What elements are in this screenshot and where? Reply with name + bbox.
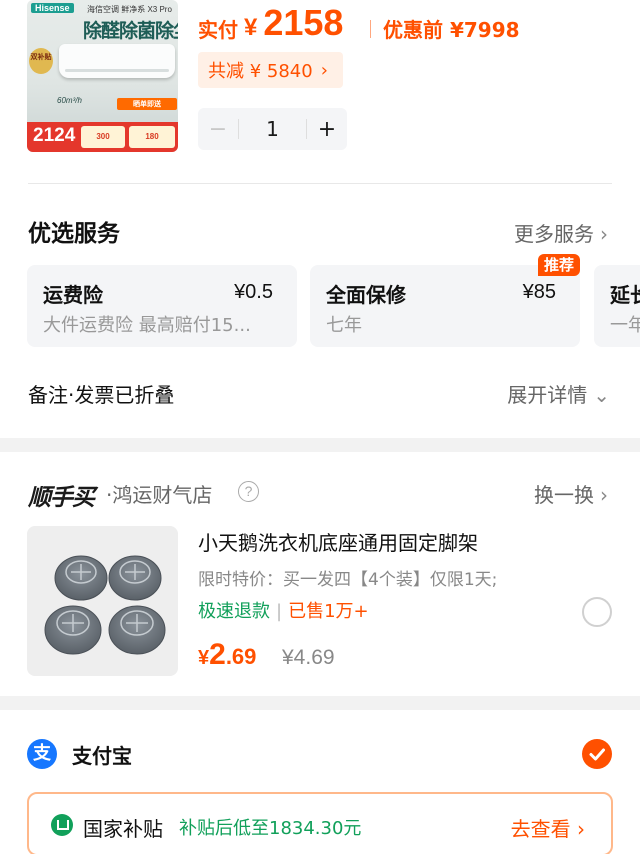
image-price: 2124 (33, 125, 76, 146)
addon-logo: 顺手买 (28, 485, 95, 511)
divider (28, 183, 612, 184)
discount-total-button[interactable]: 共减 ¥ 5840 › (198, 52, 343, 88)
brand-logo: Hisense (31, 3, 74, 13)
increment-button[interactable]: + (307, 117, 347, 142)
alipay-icon: 支 (27, 739, 57, 769)
services-title: 优选服务 (28, 221, 120, 247)
addon-price: ¥2.69 (198, 638, 256, 672)
chevron-down-icon: ⌄ (593, 383, 610, 407)
quantity-value[interactable]: 1 (239, 117, 306, 141)
swap-label: 换一换 (534, 483, 594, 507)
sold-count-tag: 已售1万+ (288, 601, 369, 622)
addon-product-desc: 限时特价：买一发四【4个装】仅限1天; (198, 570, 498, 590)
discount-total-text: 共减 ¥ 5840 (208, 61, 313, 82)
addon-product-title[interactable]: 小天鹅洗衣机底座通用固定脚架 (198, 527, 478, 556)
order-card: Hisense 海信空调 鲜净系 X3 Pro 除醛除菌除尘 双补贴 60m³/… (0, 0, 640, 438)
service-desc: 七年 (326, 315, 362, 336)
addon-card: 顺手买 ·鸿运财气店 ? 换一换 › 小天鹅洗衣机底座通用固定脚架 限时特价：买… (0, 452, 640, 696)
product-headline: 除醛除菌除尘 (83, 20, 178, 42)
service-card-full-warranty[interactable]: 推荐 全面保修 ¥85 七年 (310, 254, 580, 347)
original-price: 优惠前 ¥7998 (383, 14, 520, 43)
service-card-extended-clip: 延长 一年 (594, 265, 640, 347)
chevron-right-icon: › (600, 222, 608, 246)
help-icon[interactable]: ? (238, 481, 259, 502)
payment-method-name[interactable]: 支付宝 (72, 740, 132, 769)
product-series-text: 海信空调 鲜净系 X3 Pro (87, 5, 172, 14)
chevron-right-icon: › (577, 817, 585, 841)
image-coupon-1: 300 (81, 126, 125, 148)
service-name: 运费险 (43, 283, 103, 307)
notes-invoice-label: 备注·发票已折叠 (28, 383, 175, 407)
addon-price-int: 2 (209, 638, 226, 671)
original-price-value: ¥7998 (449, 18, 520, 42)
image-price-tag: 2124 300 180 (27, 122, 178, 152)
original-price-label: 优惠前 (383, 18, 443, 42)
paid-label: 实付 (198, 18, 238, 42)
expand-details-label: 展开详情 (507, 383, 588, 407)
swap-button[interactable]: 换一换 › (534, 479, 608, 508)
paid-price: ¥2158 (244, 2, 343, 44)
paid-price-value: 2158 (263, 2, 344, 43)
checkmark-icon[interactable] (582, 739, 612, 769)
promo-strip: 晒单即送 (117, 98, 177, 110)
currency-symbol: ¥ (198, 647, 210, 669)
chevron-right-icon: › (320, 59, 328, 81)
fast-refund-tag: 极速退款 (198, 601, 270, 622)
check-glyph (589, 748, 605, 761)
price-divider (370, 20, 371, 38)
addon-old-price: ¥4.69 (282, 646, 335, 669)
subsidy-badge: 双补贴 (29, 48, 53, 74)
product-image[interactable]: Hisense 海信空调 鲜净系 X3 Pro 除醛除菌除尘 双补贴 60m³/… (27, 0, 178, 152)
currency-symbol: ¥ (244, 14, 258, 41)
addon-tags: 极速退款 | 已售1万+ (198, 597, 369, 623)
air-conditioner-illustration (59, 44, 175, 78)
tag-separator: | (276, 601, 283, 622)
service-desc: 一年 (610, 315, 640, 336)
view-subsidy-link[interactable]: 去查看 › (511, 813, 585, 842)
national-subsidy-banner[interactable]: 国家补贴 补贴后低至1834.30元 去查看 › (27, 792, 613, 854)
washer-feet-illustration (44, 555, 166, 655)
store-name: ·鸿运财气店 (106, 483, 213, 507)
addon-product-image[interactable] (27, 526, 178, 676)
airflow-text: 60m³/h (57, 96, 82, 105)
payment-card: 支 支付宝 国家补贴 补贴后低至1834.30元 去查看 › (0, 710, 640, 854)
view-subsidy-label: 去查看 (510, 817, 571, 841)
more-services-label: 更多服务 (514, 222, 594, 246)
service-card-shipping-insurance[interactable]: 运费险 ¥0.5 大件运费险 最高赔付15... (27, 265, 297, 347)
chevron-right-icon: › (600, 483, 608, 507)
subsidy-info: 补贴后低至1834.30元 (179, 818, 362, 839)
service-name: 全面保修 (326, 283, 406, 307)
service-card-extended-warranty[interactable]: 延长 一年 (594, 265, 640, 347)
quantity-stepper[interactable]: − 1 + (198, 108, 347, 150)
decrement-button[interactable]: − (198, 117, 238, 142)
more-services-link[interactable]: 更多服务 › (514, 218, 608, 247)
addon-price-dec: .69 (225, 644, 257, 669)
image-coupon-2: 180 (129, 126, 175, 148)
service-fee: ¥85 (522, 281, 556, 303)
service-fee: ¥0.5 (234, 281, 273, 303)
recommended-badge: 推荐 (537, 254, 580, 276)
subsidy-home-icon (51, 814, 73, 836)
service-name: 延长 (610, 283, 640, 307)
subsidy-label: 国家补贴 (83, 817, 163, 841)
service-desc: 大件运费险 最高赔付15... (43, 315, 251, 336)
expand-details-button[interactable]: 展开详情 ⌄ (507, 379, 610, 408)
addon-select-radio[interactable] (582, 597, 612, 627)
